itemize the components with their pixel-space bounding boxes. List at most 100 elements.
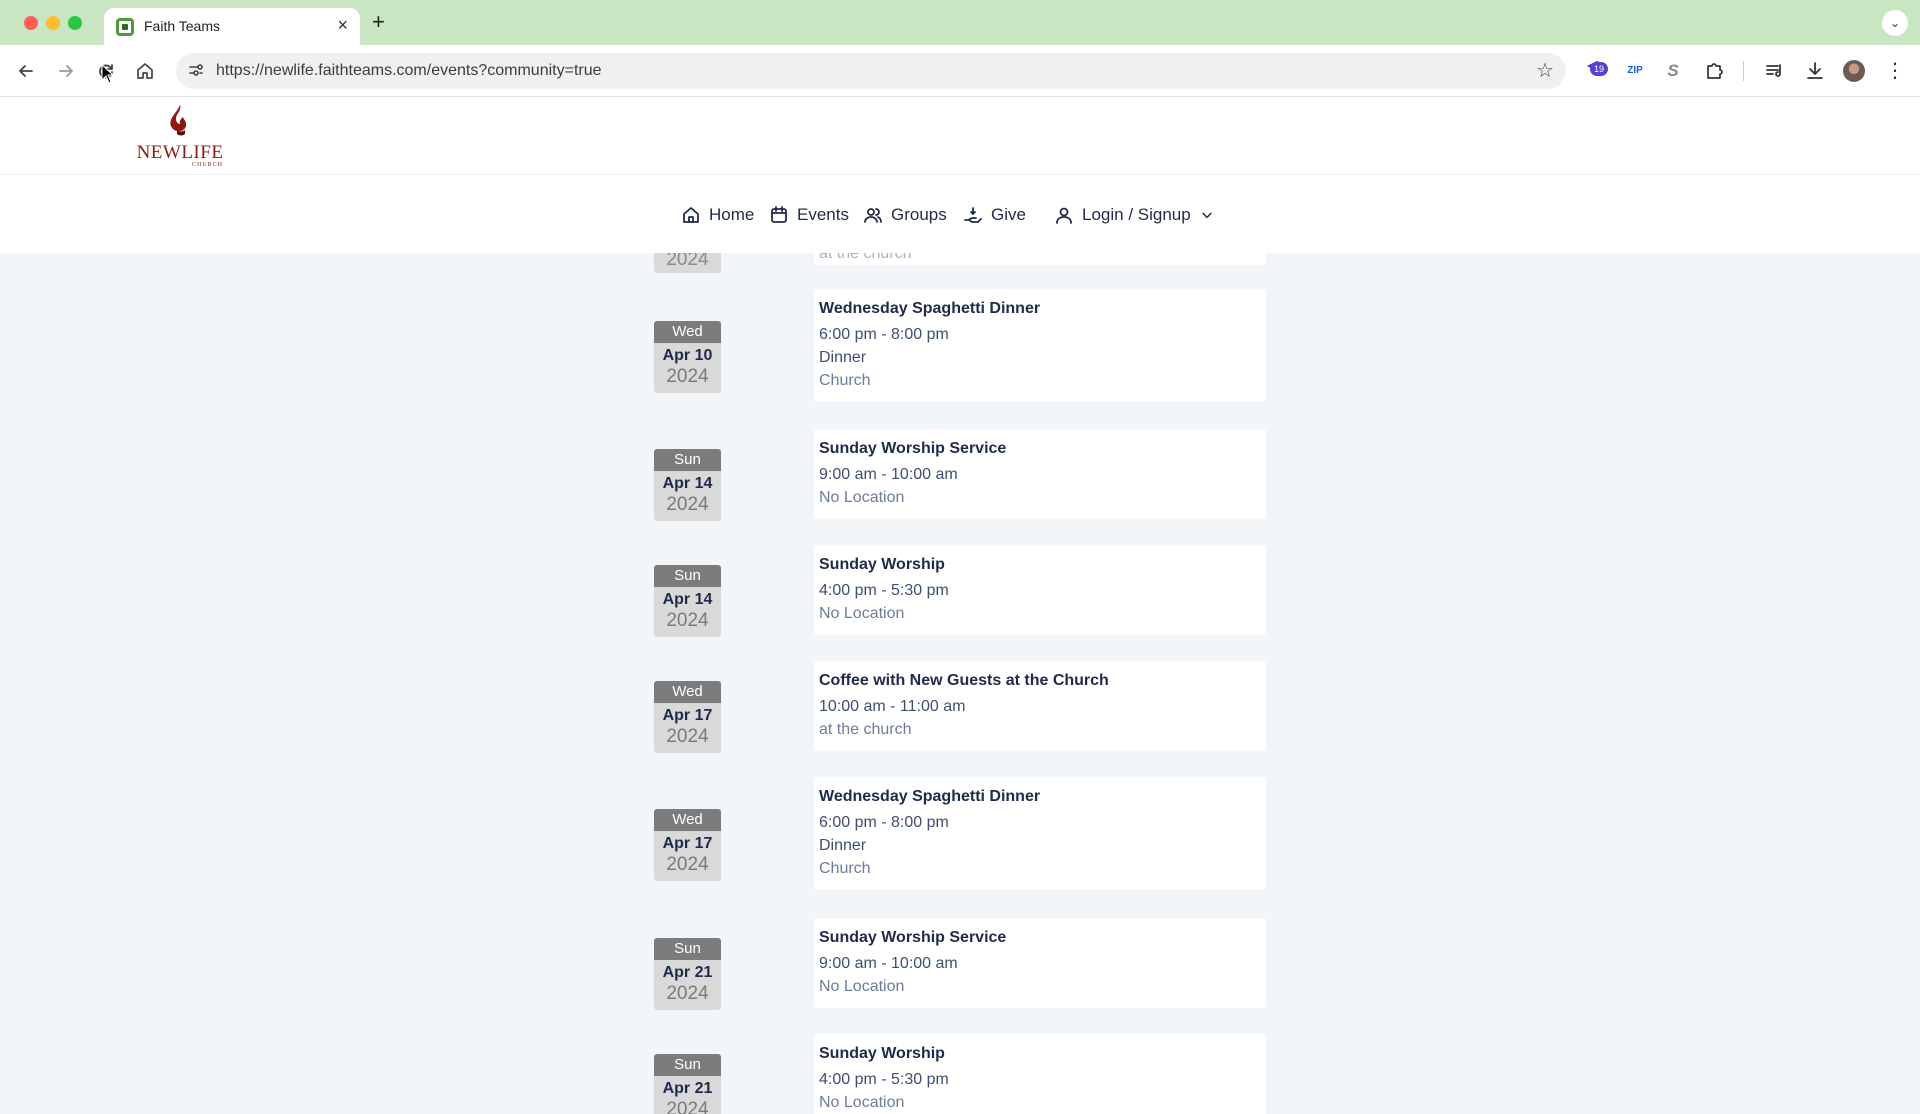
event-location: at the church (819, 721, 912, 738)
web-page: NEWLIFE CHURCH Home Events Groups Give L… (0, 97, 1920, 1114)
event-time: 4:00 pm - 5:30 pm (819, 582, 949, 599)
nav-login-signup[interactable]: Login / Signup (1054, 200, 1215, 230)
site-settings-icon[interactable] (186, 61, 206, 81)
event-title[interactable]: Wednesday Spaghetti Dinner (819, 299, 1261, 319)
date-weekday: Sun (654, 938, 721, 960)
chevron-down-icon (1201, 212, 1212, 219)
date-month-day: Apr 21 (662, 1080, 713, 1097)
event-title[interactable]: Sunday Worship Service (819, 439, 1261, 459)
event-time: 9:00 am - 10:00 am (819, 955, 958, 972)
date-month-day: Apr 10 (662, 347, 713, 364)
event-category: Dinner (819, 837, 867, 854)
date-year: 2024 (666, 1099, 709, 1114)
event-location: Church (819, 860, 871, 877)
event-card[interactable]: Coffee with New Guests at the Church 10:… (814, 661, 1266, 751)
event-location: at the church (819, 253, 912, 262)
date-year: 2024 (666, 366, 709, 387)
tab-search-chevron-icon[interactable]: ⌄ (1882, 10, 1908, 36)
nav-home[interactable]: Home (681, 200, 754, 230)
nav-login-label: Login / Signup (1082, 205, 1191, 224)
back-arrow-icon[interactable] (14, 59, 38, 83)
event-location: No Location (819, 1094, 905, 1111)
tab-close-icon[interactable]: × (337, 16, 348, 34)
date-badge: Wed Apr 10 2024 (654, 321, 721, 393)
extension-badge-count: 19 (1590, 62, 1608, 76)
event-title[interactable]: Wednesday Spaghetti Dinner (819, 787, 1261, 807)
event-card[interactable]: Sunday Worship Service 9:00 am - 10:00 a… (814, 918, 1266, 1008)
calendar-icon (771, 206, 787, 223)
bookmark-star-icon[interactable]: ☆ (1536, 58, 1554, 84)
nav-give[interactable]: Give (963, 200, 1026, 230)
date-weekday: Sun (654, 565, 721, 587)
mouse-cursor-icon (101, 64, 115, 84)
more-menu-icon[interactable]: ⋮ (1882, 58, 1908, 84)
user-icon (1056, 207, 1072, 224)
url-text[interactable]: https://newlife.faithteams.com/events?co… (216, 62, 602, 80)
date-year: 2024 (666, 494, 709, 515)
date-month-day: Apr 21 (662, 964, 713, 981)
event-card[interactable]: Sunday Worship 4:00 pm - 5:30 pm No Loca… (814, 545, 1266, 635)
media-playlist-icon[interactable] (1762, 58, 1788, 84)
date-month-day: Apr 14 (662, 591, 713, 608)
minimize-window-button[interactable] (46, 16, 60, 30)
event-card[interactable]: Wednesday Spaghetti Dinner 6:00 pm - 8:0… (814, 777, 1266, 890)
forward-arrow-icon[interactable] (54, 59, 78, 83)
new-tab-button[interactable]: + (372, 9, 385, 35)
browser-tab-bar: Faith Teams × + ⌄ (0, 0, 1920, 45)
date-weekday: Sun (654, 1054, 721, 1076)
nav-home-label: Home (709, 205, 755, 224)
site-header: NEWLIFE CHURCH (0, 97, 1920, 175)
date-badge: 2024 (654, 253, 721, 273)
date-year: 2024 (666, 610, 709, 631)
date-month-day: Apr 17 (662, 835, 713, 852)
logo-text: NEWLIFE (136, 142, 224, 163)
nav-events-label: Events (797, 205, 849, 224)
profile-avatar[interactable] (1843, 60, 1865, 82)
date-weekday: Sun (654, 449, 721, 471)
address-bar[interactable]: https://newlife.faithteams.com/events?co… (176, 53, 1566, 89)
downloads-icon[interactable] (1802, 58, 1828, 84)
event-title[interactable]: Sunday Worship Service (819, 928, 1261, 948)
browser-tab-active[interactable]: Faith Teams × (104, 8, 360, 45)
browser-toolbar: https://newlife.faithteams.com/events?co… (0, 45, 1920, 97)
date-badge: Sun Apr 21 2024 (654, 1054, 721, 1114)
date-badge: Sun Apr 14 2024 (654, 449, 721, 521)
faithteams-favicon-icon (116, 18, 134, 36)
event-card[interactable]: Wednesday Spaghetti Dinner 6:00 pm - 8:0… (814, 289, 1266, 402)
event-title[interactable]: Sunday Worship (819, 555, 1261, 575)
event-time: 4:00 pm - 5:30 pm (819, 1071, 949, 1088)
date-year: 2024 (666, 983, 709, 1004)
s-extension-icon[interactable]: S (1660, 58, 1686, 84)
nav-events[interactable]: Events (769, 200, 849, 230)
event-card[interactable]: at the church (814, 253, 1266, 265)
logo-subtext: CHURCH (191, 162, 223, 168)
date-badge: Sun Apr 21 2024 (654, 938, 721, 1010)
close-window-button[interactable] (24, 16, 38, 30)
home-icon[interactable] (133, 59, 157, 83)
event-location: No Location (819, 489, 905, 506)
event-title[interactable]: Coffee with New Guests at the Church (819, 671, 1261, 691)
event-location: Church (819, 372, 871, 389)
zip-extension-icon[interactable]: ZIP (1622, 58, 1648, 84)
extensions-puzzle-icon[interactable] (1702, 58, 1728, 84)
date-weekday: Wed (654, 681, 721, 703)
event-time: 10:00 am - 11:00 am (819, 698, 966, 715)
event-title[interactable]: Sunday Worship (819, 1044, 1261, 1064)
event-time: 6:00 pm - 8:00 pm (819, 814, 949, 831)
nav-give-label: Give (991, 205, 1026, 224)
hand-giving-icon (964, 207, 982, 223)
event-time: 9:00 am - 10:00 am (819, 466, 958, 483)
nav-groups-label: Groups (891, 205, 947, 224)
newlife-logo[interactable]: NEWLIFE CHURCH (135, 102, 225, 170)
event-card[interactable]: Sunday Worship Service 9:00 am - 10:00 a… (814, 429, 1266, 519)
date-month-day: Apr 17 (662, 707, 713, 724)
date-year: 2024 (666, 253, 709, 270)
nav-groups[interactable]: Groups (863, 200, 947, 230)
event-location: No Location (819, 605, 905, 622)
main-nav: Home Events Groups Give Login / Signup (0, 175, 1920, 253)
date-badge: Wed Apr 17 2024 (654, 681, 721, 753)
maximize-window-button[interactable] (68, 16, 82, 30)
event-card[interactable]: Sunday Worship 4:00 pm - 5:30 pm No Loca… (814, 1034, 1266, 1114)
date-weekday: Wed (654, 809, 721, 831)
date-badge: Sun Apr 14 2024 (654, 565, 721, 637)
